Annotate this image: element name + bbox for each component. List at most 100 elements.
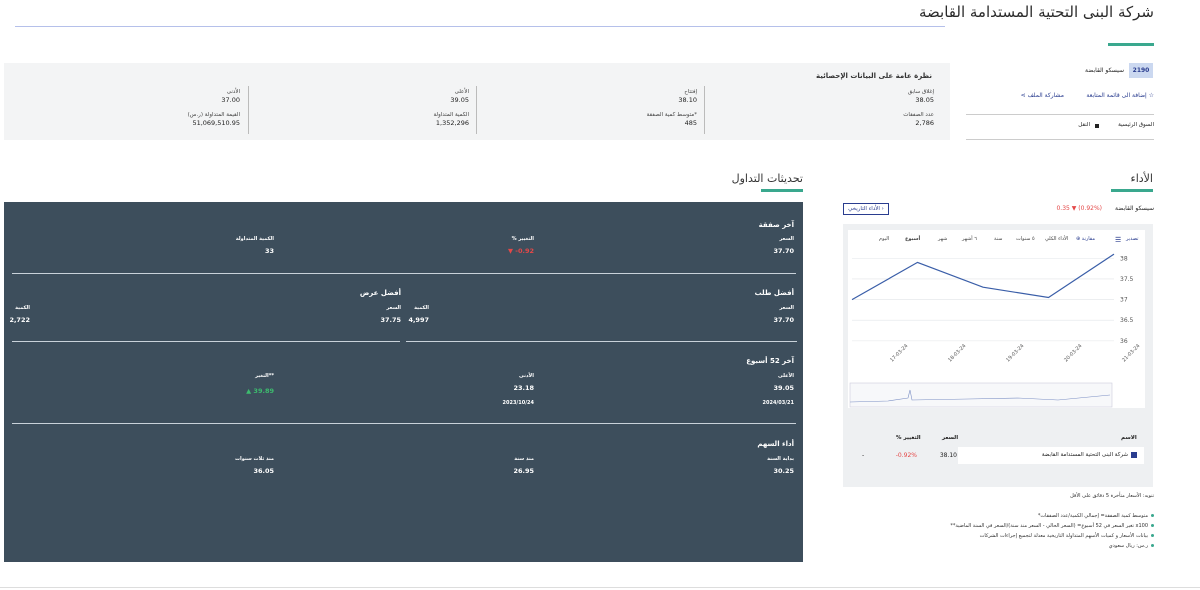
week52-high-date: 2024/03/21 — [762, 400, 794, 406]
best-offer-price: 37.75 — [380, 316, 401, 324]
best-bid-qty-label: الكمية — [414, 305, 429, 311]
add-watchlist-link[interactable]: إضافة الى قائمة المتابعة ☆ — [1076, 92, 1154, 99]
sector-label: النقل — [1078, 122, 1090, 128]
best-offer-qty-label: الكمية — [15, 305, 30, 311]
last-trade-qty-label: الكمية المتداولة — [235, 236, 274, 242]
trading-panel: آخر صفقة السعر 37.70 % التغيير ▼ -0.92 ا… — [4, 202, 803, 562]
week52-low-label: الأدنى — [519, 373, 534, 379]
stat-volume: الكمية المتداولة 1,352,296 — [244, 112, 469, 128]
stat-high: الأعلى 39.05 — [244, 89, 469, 105]
page-title: شركة البنى التحتية المستدامة القابضة — [919, 3, 1154, 21]
stat-label: الأدنى — [226, 89, 240, 95]
stat-value: 51,069,510.95 — [192, 119, 240, 127]
stat-value: 38.10 — [678, 96, 697, 104]
stats-blue-line — [15, 26, 945, 27]
stat-value: 2,786 — [915, 119, 934, 127]
historical-performance-button[interactable]: الأداء التاريخي › — [843, 203, 889, 215]
bullet-icon — [1151, 514, 1154, 517]
bullet-icon — [1151, 544, 1154, 547]
stat-value: 37.00 — [221, 96, 240, 104]
performance-underline — [1111, 189, 1153, 192]
panel-divider — [12, 273, 796, 274]
stat-label: عدد الصفقات — [903, 112, 934, 118]
stats-divider — [704, 86, 705, 134]
bullet-icon — [1151, 524, 1154, 527]
x-tick-label: 18-03-24 — [947, 343, 967, 363]
note-text: **تغير السعر في 52 أسبوع= (السعر الحالي … — [950, 523, 1148, 529]
week52-title: آخر 52 أسبوع — [746, 357, 794, 365]
note-text: بيانات الأسعار و كميات الأسهم المتداولة … — [979, 533, 1148, 539]
share-label: مشاركة الملف — [1027, 92, 1064, 99]
navigator-panel — [849, 382, 1113, 408]
stat-avg-qty: متوسط كمية الصفقة* 485 — [472, 112, 697, 128]
panel-divider — [406, 341, 797, 342]
title-underline — [1108, 43, 1154, 46]
share-file-link[interactable]: ⋖ مشاركة الملف — [1004, 92, 1064, 99]
x-tick-label: 19-03-24 — [1005, 343, 1025, 363]
sidebar-divider — [966, 114, 1154, 115]
notes-heading: تنويه: الأسعار متأخرة 5 دقائق على الأقل — [1070, 493, 1154, 499]
week52-change-label: التغير** — [255, 373, 274, 379]
table-row-dash: - — [862, 452, 865, 459]
note-item: بيانات الأسعار و كميات الأسهم المتداولة … — [860, 533, 1154, 539]
ytd-label: بداية السنة — [767, 456, 794, 462]
table-row-change: -0.92% — [895, 452, 917, 459]
stat-label: الأعلى — [454, 89, 469, 95]
share-icon: ⋖ — [1020, 92, 1028, 99]
best-bid-price-label: السعر — [779, 305, 794, 311]
performance-change: 0.35 ▼ (0.92%) — [1056, 205, 1102, 212]
trading-title: تحديثات التداول — [731, 172, 803, 185]
stat-label: متوسط كمية الصفقة* — [646, 112, 697, 118]
note-text: *متوسط كمية الصفقة= إجمالي الكمية/عدد ال… — [1037, 513, 1148, 519]
symbol-short-name: سيسكو القابضة — [1085, 67, 1124, 74]
note-text: ر.س: ريال سعودي — [1108, 543, 1148, 549]
week52-change: ▲ 39.89 — [246, 387, 274, 395]
stat-value: 485 — [684, 119, 697, 127]
last-trade-change-label: % التغيير — [511, 236, 534, 242]
note-item: **تغير السعر في 52 أسبوع= (السعر الحالي … — [860, 523, 1154, 529]
stats-heading: نظرة عامة على البيانات الإحصائية — [816, 72, 932, 80]
best-bid-price: 37.70 — [773, 316, 794, 324]
y-tick-label: 38 — [1120, 255, 1128, 262]
note-item: *متوسط كمية الصفقة= إجمالي الكمية/عدد ال… — [860, 513, 1154, 519]
x-tick-label: 20-03-24 — [1063, 343, 1083, 363]
price-chart: 38 37.5 37 36.5 36 17-03-24 18-03-24 19-03-24 2… — [849, 253, 1141, 408]
stat-label: القيمة المتداولة (ر.س) — [187, 112, 240, 118]
three-year-value: 36.05 — [253, 467, 274, 475]
table-row-price: 38.10 — [939, 452, 957, 459]
stock-perf-title: أداء السهم — [757, 440, 794, 448]
chart-grid — [852, 257, 1114, 342]
last-trade-title: آخر صفقة — [758, 221, 794, 229]
symbol-code-badge: 2190 — [1129, 63, 1153, 78]
best-offer-price-label: السعر — [386, 305, 401, 311]
table-row-name: شركة البنى التحتية المستدامة القابضة — [1041, 452, 1128, 458]
trading-underline — [761, 189, 803, 192]
stat-low: الأدنى 37.00 — [15, 89, 240, 105]
one-year-value: 26.95 — [513, 467, 534, 475]
last-trade-price: 37.70 — [773, 247, 794, 255]
price-series-line — [851, 253, 1115, 301]
stat-prev-close: إغلاق سابق 38.05 — [709, 89, 934, 105]
x-tick-label: 17-03-24 — [889, 343, 909, 363]
stat-value-traded: القيمة المتداولة (ر.س) 51,069,510.95 — [15, 112, 240, 128]
table-header-name: الاسم — [1121, 435, 1137, 441]
last-trade-qty: 33 — [264, 247, 274, 255]
best-bid-title: أفضل طلب — [754, 289, 794, 297]
sidebar-divider-2 — [966, 139, 1154, 140]
best-offer-title: أفضل عرض — [359, 289, 401, 297]
week52-high-label: الأعلى — [778, 373, 794, 379]
week52-low: 23.18 — [513, 384, 534, 392]
stat-value: 1,352,296 — [435, 119, 469, 127]
table-header-change: % التغيير — [896, 435, 921, 441]
bullet-icon — [1151, 534, 1154, 537]
panel-divider — [12, 341, 400, 342]
panel-divider — [12, 423, 796, 424]
last-trade-change: ▼ -0.92 — [508, 247, 534, 255]
page-bottom-divider — [0, 587, 1200, 588]
market-square-icon — [1095, 124, 1099, 128]
best-offer-qty: 2,722 — [9, 316, 30, 324]
performance-symbol-name: سيسكو القابضة — [1115, 205, 1154, 212]
market-label: السوق الرئيسية — [1118, 122, 1154, 128]
stat-label: الكمية المتداولة — [433, 112, 469, 118]
performance-title: الأداء — [1130, 172, 1153, 185]
